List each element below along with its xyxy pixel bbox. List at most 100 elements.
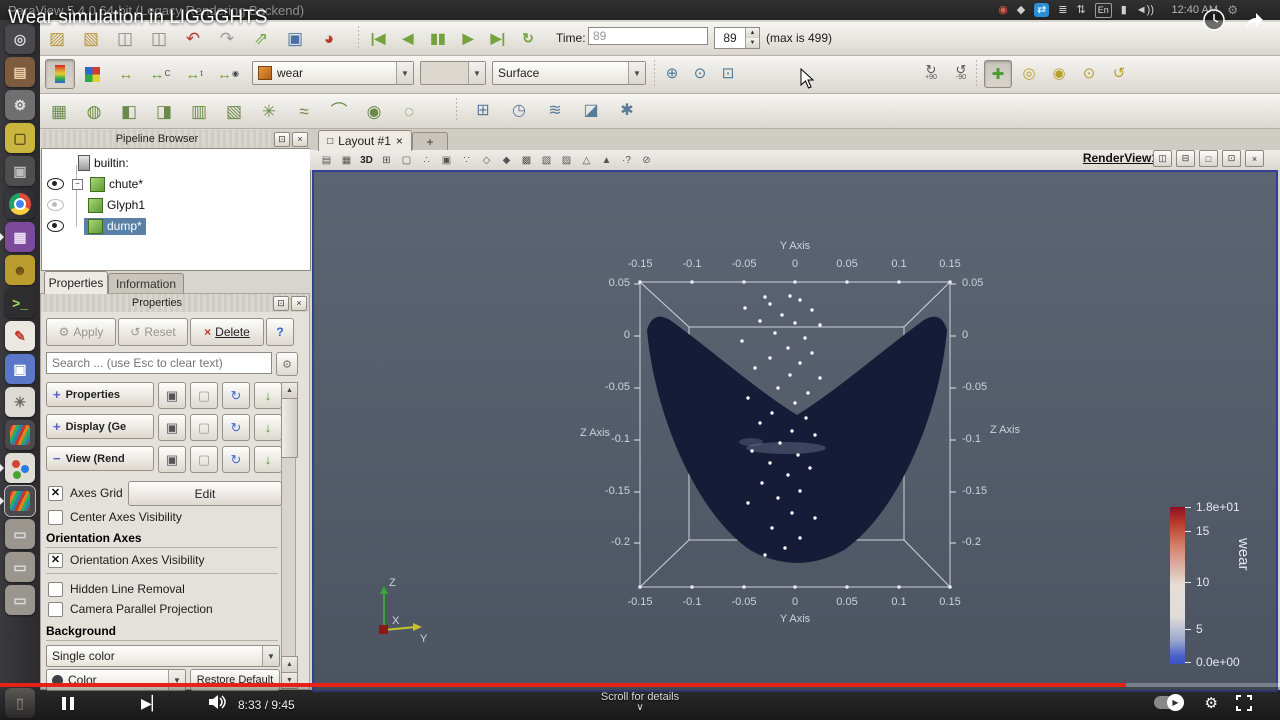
warp-filter-icon[interactable]: ⌒ — [326, 98, 352, 124]
battery-icon[interactable]: ▮ — [1121, 4, 1127, 16]
paraview-app-icon[interactable] — [0, 485, 36, 517]
fix-view-size-icon[interactable]: ⊞ — [470, 98, 496, 124]
play-button[interactable]: ▶ — [454, 24, 482, 52]
copy-icon[interactable]: ▣ — [158, 382, 186, 409]
pipeline-item-body[interactable]: builtin: — [74, 154, 133, 172]
chrome-icon[interactable] — [5, 189, 35, 219]
copy-icon[interactable]: ▣ — [158, 414, 186, 441]
select-cells-rect-icon[interactable]: ▢ — [398, 152, 415, 168]
pipeline-item-body[interactable]: chute* — [86, 176, 147, 193]
close-view-button[interactable]: × — [1245, 150, 1264, 167]
video-settings-gear-icon[interactable]: ⚙ — [1205, 694, 1218, 712]
close-tab-icon[interactable]: × — [396, 134, 403, 148]
zoom-to-data-icon[interactable]: ⊙ — [688, 61, 712, 85]
watch-later-icon[interactable] — [1202, 8, 1226, 32]
time-value-field[interactable] — [588, 27, 708, 45]
calculator-filter-icon[interactable]: ▦ — [46, 98, 72, 124]
rotate-ccw-button[interactable]: ↻ +90 — [918, 61, 944, 85]
extract-subset-filter-icon[interactable]: ▧ — [221, 98, 247, 124]
scrollbar-thumb[interactable] — [281, 398, 298, 458]
clip-filter-icon[interactable]: ◧ — [116, 98, 142, 124]
quartile-chart-icon[interactable]: ◪ — [578, 98, 604, 124]
software-center-icon[interactable]: ▦ — [0, 222, 35, 252]
teamviewer-icon[interactable]: ⇄ — [1034, 3, 1050, 17]
drawing-app-icon[interactable]: ✎ — [5, 321, 35, 351]
toggle-interaction-mode-icon[interactable]: 3D — [358, 152, 375, 168]
paste-icon[interactable]: ▢ — [190, 382, 218, 409]
close-dock-button[interactable]: × — [291, 295, 307, 311]
clear-selection-icon[interactable]: ⊘ — [638, 152, 655, 168]
maximize-view-button[interactable]: □ — [1199, 150, 1218, 167]
export-view-icon[interactable]: ▤ — [318, 152, 335, 168]
pipeline-item-chute[interactable]: − chute* — [42, 174, 307, 194]
adjust-camera-icon[interactable]: ⊞ — [378, 152, 395, 168]
pipeline-browser-tree[interactable]: builtin: − chute* Glyph1 dump* — [41, 148, 311, 271]
documents-icon[interactable]: ▣ — [5, 354, 35, 384]
network-transfer-icon[interactable]: ⇅ — [1076, 4, 1085, 16]
representation-combo[interactable]: Surface ▼ — [492, 61, 646, 85]
rescale-custom-range-icon[interactable]: ↔ C — [146, 61, 174, 87]
split-horizontal-button[interactable]: ◫ — [1153, 150, 1172, 167]
reset-to-default-icon[interactable]: ↻ — [222, 414, 250, 441]
render-viewport[interactable]: Z X Y Y Axis Y Axis Z Axis Z Axis -0.15-… — [312, 170, 1278, 692]
rescale-data-range-icon[interactable]: ↔ — [112, 61, 140, 87]
orientation-axes-visibility-checkbox[interactable] — [48, 553, 63, 568]
selection-help-icon[interactable]: ·? — [618, 152, 635, 168]
rescale-temporal-range-icon[interactable]: ↔ t — [180, 61, 208, 87]
text-editor-icon[interactable]: ▢ — [5, 123, 35, 153]
section-properties-button[interactable]: + Properties — [46, 382, 154, 407]
tab-properties[interactable]: Properties — [44, 271, 108, 294]
slice-filter-icon[interactable]: ◨ — [151, 98, 177, 124]
share-icon[interactable] — [1242, 8, 1266, 32]
save-as-default-icon[interactable]: ↓ — [254, 414, 282, 441]
last-frame-button[interactable]: ▶| — [484, 24, 512, 52]
glyph-filter-icon[interactable]: ✳ — [256, 98, 282, 124]
animation-inspector-icon[interactable]: ◷ — [506, 98, 532, 124]
visibility-eye-icon[interactable] — [47, 199, 64, 211]
media-tracks-icon[interactable] — [5, 420, 35, 450]
pause-button[interactable]: ▮▮ — [424, 24, 452, 52]
video-title[interactable]: Wear simulation in LIGGGHTS — [8, 7, 267, 29]
select-frustum-points-icon[interactable]: ∵ — [458, 152, 475, 168]
extract-block-filter-icon[interactable]: ◌ — [396, 98, 422, 124]
edit-colormap-button[interactable] — [79, 61, 105, 87]
background-mode-combo[interactable]: Single color ▼ — [46, 645, 280, 667]
delete-button[interactable]: × Delete — [190, 318, 264, 346]
frame-spin-arrows[interactable]: ▲ ▼ — [745, 28, 759, 48]
new-layout-tab[interactable]: + — [412, 132, 448, 151]
web-app-icon[interactable]: ✳ — [5, 387, 35, 417]
paste-icon[interactable]: ▢ — [190, 446, 218, 473]
fullscreen-icon[interactable] — [1236, 695, 1252, 711]
threshold-filter-icon[interactable]: ▥ — [186, 98, 212, 124]
visibility-eye-icon[interactable] — [47, 178, 64, 190]
autoplay-toggle[interactable]: ▶ — [1154, 694, 1184, 711]
component-combo[interactable]: ▼ — [420, 61, 486, 85]
pipeline-item-glyph1[interactable]: Glyph1 — [42, 195, 307, 215]
app-indicator-icon[interactable]: ◆ — [1017, 4, 1025, 16]
select-block-icon[interactable]: ▩ — [518, 152, 535, 168]
axes-grid-edit-button[interactable]: Edit — [128, 481, 282, 506]
float-view-button[interactable]: ⊡ — [1222, 150, 1241, 167]
interactive-select-cells-icon[interactable]: ▧ — [538, 152, 555, 168]
keyboard-layout-indicator[interactable]: En — [1094, 2, 1112, 18]
frame-spinner[interactable]: 89 ▲ ▼ — [714, 27, 760, 49]
hover-points-icon[interactable]: ▲ — [598, 152, 615, 168]
system-settings-icon[interactable]: ⚙ — [5, 90, 35, 120]
hover-cells-icon[interactable]: △ — [578, 152, 595, 168]
search-input[interactable] — [46, 352, 272, 374]
game-app-icon[interactable]: ☻ — [5, 255, 35, 285]
render-view-title[interactable]: RenderView1 — [1083, 151, 1158, 165]
camera-parallel-checkbox[interactable] — [48, 602, 63, 617]
search-options-button[interactable]: ⚙ — [276, 352, 298, 376]
axes-grid-checkbox[interactable] — [48, 486, 63, 501]
reset-to-default-icon[interactable]: ↻ — [222, 446, 250, 473]
show-center-icon[interactable]: ◎ — [1016, 60, 1042, 86]
colormap-toggle-button[interactable] — [45, 59, 75, 89]
color-palette-icon[interactable]: ◕ — [316, 25, 342, 51]
spin-down-icon[interactable]: ▼ — [746, 38, 759, 48]
rescale-visible-range-icon[interactable]: ↔ ◉ — [214, 61, 242, 87]
group-datasets-filter-icon[interactable]: ◉ — [361, 98, 387, 124]
workspace-icon-2[interactable]: ▭ — [5, 552, 35, 582]
split-vertical-button[interactable]: ⊟ — [1176, 150, 1195, 167]
float-dock-button[interactable]: ⊡ — [273, 295, 289, 311]
